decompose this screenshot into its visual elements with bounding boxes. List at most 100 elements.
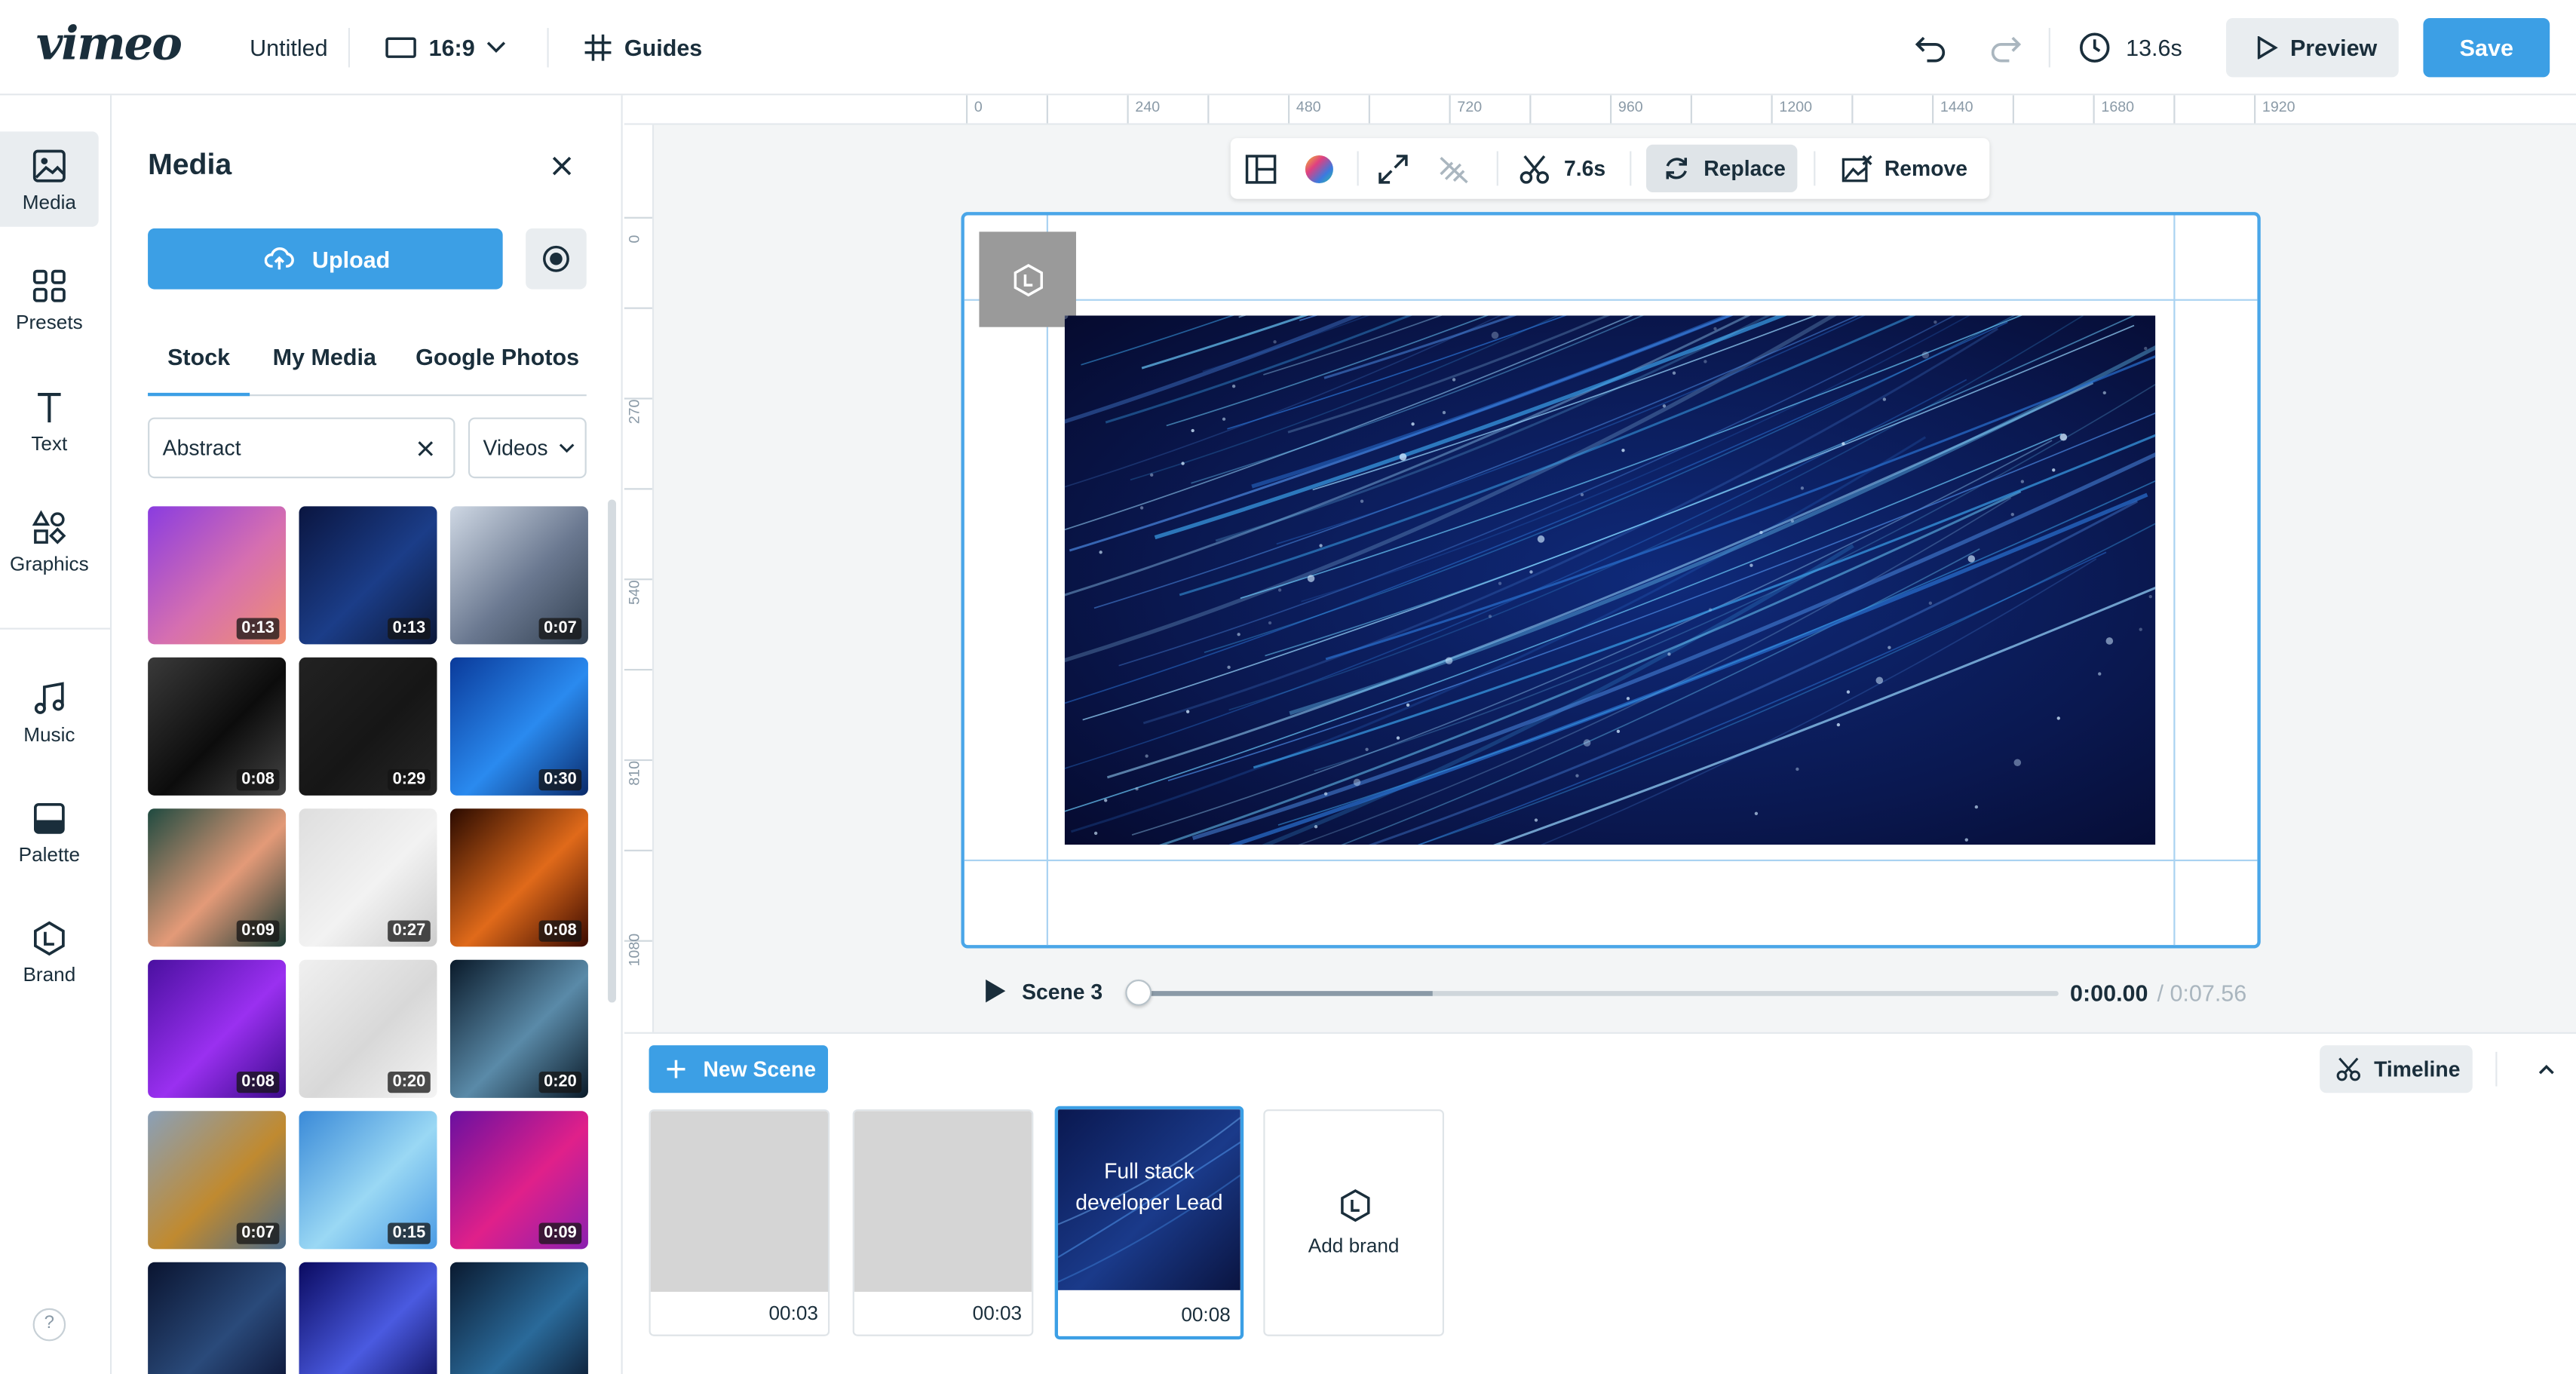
- chevron-down-icon: [559, 443, 575, 453]
- rail-item-music[interactable]: Music: [0, 680, 99, 746]
- video-preview[interactable]: [1064, 315, 2156, 845]
- record-icon: [543, 245, 569, 272]
- thumbnail-duration: 0:07: [236, 1222, 280, 1244]
- thumbnail-duration: 0:13: [388, 618, 431, 639]
- scrubber-handle[interactable]: [1125, 979, 1152, 1006]
- vimeo-logo[interactable]: vimeo: [36, 17, 182, 71]
- undo-icon[interactable]: [1914, 31, 1950, 64]
- add-brand-card[interactable]: Add brand: [1263, 1109, 1444, 1336]
- media-thumbnail[interactable]: 0:08: [148, 959, 287, 1098]
- media-thumbnail[interactable]: 0:07: [148, 1111, 287, 1250]
- record-button[interactable]: [526, 228, 587, 290]
- preview-button[interactable]: Preview: [2226, 17, 2399, 78]
- scene-card-2[interactable]: 00:03: [852, 1109, 1034, 1336]
- light-particle: [2013, 759, 2022, 767]
- light-particle: [1888, 646, 1891, 649]
- rail-item-text[interactable]: Text: [0, 390, 99, 455]
- light-particle: [1616, 729, 1621, 734]
- ruler-tick: [1288, 95, 1290, 124]
- media-type-select[interactable]: Videos: [468, 417, 587, 479]
- rail-item-brand[interactable]: Brand: [0, 920, 99, 986]
- brand-icon: [33, 921, 65, 956]
- replace-button[interactable]: Replace: [1645, 144, 1798, 192]
- media-thumbnail[interactable]: 0:20: [449, 959, 588, 1098]
- ruler-tick: [1851, 95, 1854, 124]
- tab-my-media[interactable]: My Media: [273, 343, 376, 370]
- new-scene-button[interactable]: New Scene: [649, 1045, 829, 1093]
- media-thumbnail[interactable]: [299, 1262, 437, 1374]
- aspect-ratio-icon: [385, 37, 416, 58]
- remove-button[interactable]: Remove: [1838, 145, 1978, 192]
- light-particle: [1662, 404, 1667, 408]
- rail-item-presets[interactable]: Presets: [0, 268, 99, 333]
- scene-card-3[interactable]: Full stack developer Lead 00:08: [1054, 1106, 1244, 1340]
- light-particle: [1580, 492, 1584, 497]
- color-wheel-icon[interactable]: [1305, 155, 1334, 184]
- save-button[interactable]: Save: [2423, 17, 2550, 78]
- media-thumbnail[interactable]: 0:08: [148, 657, 287, 796]
- search-input[interactable]: Abstract: [148, 417, 455, 479]
- thumbnail-duration: 0:15: [388, 1222, 431, 1244]
- media-thumbnail[interactable]: 0:13: [148, 506, 287, 645]
- rail-item-palette[interactable]: Palette: [0, 800, 99, 866]
- light-particle: [1135, 787, 1139, 791]
- media-thumbnail[interactable]: [449, 1262, 588, 1374]
- scissors-icon[interactable]: [1520, 155, 1549, 184]
- thumbnail-duration: 0:29: [388, 768, 431, 791]
- aspect-ratio-dropdown[interactable]: 16:9: [385, 29, 526, 66]
- ruler-label: 270: [626, 399, 642, 425]
- upload-button[interactable]: Upload: [148, 228, 503, 290]
- media-thumbnail[interactable]: 0:09: [148, 808, 287, 947]
- ruler-label: 1080: [626, 933, 642, 967]
- trim-duration[interactable]: 7.6s: [1564, 156, 1605, 181]
- layout-icon[interactable]: [1245, 155, 1277, 184]
- light-particle: [1191, 428, 1194, 433]
- project-title[interactable]: Untitled: [250, 35, 327, 61]
- close-icon[interactable]: [550, 155, 574, 178]
- light-particle: [1750, 563, 1753, 567]
- play-icon[interactable]: [983, 978, 1009, 1004]
- brand-logo-placeholder[interactable]: [979, 232, 1076, 327]
- ruler-tick: [2012, 95, 2014, 124]
- light-particle: [1491, 331, 1499, 339]
- media-thumbnail[interactable]: 0:15: [299, 1111, 437, 1250]
- redo-icon[interactable]: [1986, 31, 2022, 64]
- tab-google-photos[interactable]: Google Photos: [416, 343, 579, 370]
- scene-duration: 00:08: [1181, 1303, 1231, 1326]
- expand-icon[interactable]: [1378, 155, 1408, 184]
- media-thumbnail[interactable]: 0:09: [449, 1111, 588, 1250]
- divider: [1496, 151, 1498, 186]
- rail-item-graphics[interactable]: Graphics: [0, 510, 99, 575]
- ruler-tick: [1046, 95, 1048, 124]
- media-thumbnail[interactable]: 0:27: [299, 808, 437, 947]
- timeline-button[interactable]: Timeline: [2320, 1045, 2473, 1093]
- guides-button[interactable]: Guides: [583, 29, 714, 66]
- chevron-up-icon[interactable]: [2537, 1062, 2556, 1077]
- panel-scrollbar[interactable]: [608, 499, 616, 1003]
- scrubber-track[interactable]: [1136, 991, 2059, 996]
- media-thumbnail[interactable]: [148, 1262, 287, 1374]
- upload-label: Upload: [311, 246, 391, 273]
- media-thumbnail[interactable]: 0:08: [449, 808, 588, 947]
- media-thumbnail[interactable]: 0:20: [299, 959, 437, 1098]
- scene-card-1[interactable]: 00:03: [649, 1109, 830, 1336]
- light-particle: [1411, 422, 1415, 426]
- help-button[interactable]: ?: [32, 1308, 66, 1342]
- music-icon: [34, 682, 64, 714]
- media-thumbnail[interactable]: 0:07: [449, 506, 588, 645]
- clear-icon[interactable]: [417, 440, 434, 457]
- thumbnail-duration: 0:20: [538, 1071, 582, 1093]
- no-motion-icon[interactable]: [1437, 155, 1470, 184]
- light-particle: [2105, 637, 2114, 645]
- light-particle: [1875, 676, 1884, 685]
- tab-stock[interactable]: Stock: [148, 343, 250, 370]
- media-thumbnail[interactable]: 0:13: [299, 506, 437, 645]
- media-thumbnail[interactable]: 0:30: [449, 657, 588, 796]
- brand-icon: [1341, 1188, 1370, 1222]
- rail-label: Music: [23, 722, 75, 747]
- rail-label: Media: [22, 190, 76, 214]
- rail-item-media[interactable]: Media: [0, 148, 99, 213]
- light-particle: [1396, 736, 1400, 740]
- light-particle: [1964, 838, 1968, 842]
- media-thumbnail[interactable]: 0:29: [299, 657, 437, 796]
